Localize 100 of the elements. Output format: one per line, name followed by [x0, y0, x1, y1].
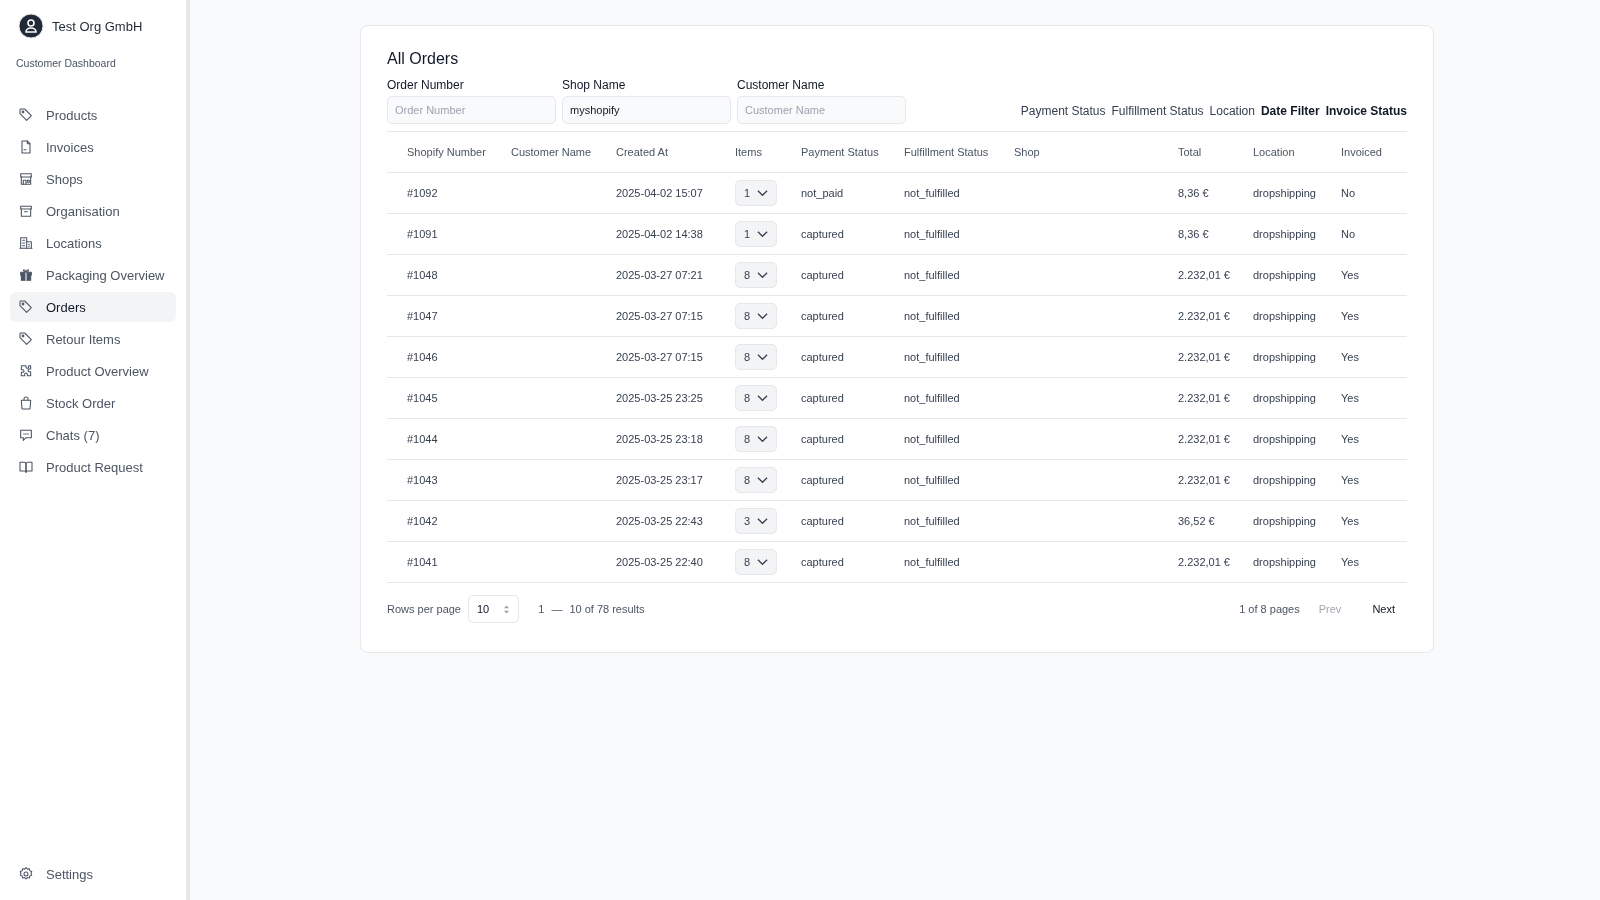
chevron-icon: [757, 476, 769, 484]
column-header: Location: [1253, 146, 1296, 158]
sidebar-item[interactable]: Stock Order: [10, 388, 176, 418]
building-icon: [18, 235, 34, 251]
settings-link[interactable]: Settings: [10, 859, 176, 889]
tag-icon: [18, 299, 34, 315]
table-cell: not_fulfilled: [904, 556, 960, 568]
table-cell: 2025-03-27 07:15: [616, 351, 703, 363]
chevron-icon: [757, 312, 769, 320]
table-cell: dropshipping: [1253, 474, 1316, 486]
table-cell: not_fulfilled: [904, 351, 960, 363]
table-cell: not_fulfilled: [904, 310, 960, 322]
chevron-icon: [757, 230, 769, 238]
table-cell: 2025-03-25 23:17: [616, 474, 703, 486]
table-cell: 2025-03-27 07:15: [616, 310, 703, 322]
table-cell: #1044: [407, 433, 438, 445]
chevron-icon: [757, 517, 769, 525]
items-dropdown[interactable]: 8: [735, 344, 778, 370]
sidebar-item[interactable]: Organisation: [10, 196, 176, 226]
table-cell: not_paid: [801, 187, 844, 199]
table-cell: not_fulfilled: [904, 392, 960, 404]
table-cell: 2025-03-27 07:21: [616, 269, 703, 281]
range-dash: —: [551, 603, 563, 615]
table-cell: 2.232,01 €: [1178, 310, 1230, 322]
column-header: Shop: [1014, 146, 1041, 158]
column-header: Shopify Number: [407, 146, 487, 158]
table-cell: not_fulfilled: [904, 474, 960, 486]
field-label: Shop Name: [562, 78, 627, 92]
sidebar-item[interactable]: Product Request: [10, 452, 176, 482]
filter-button[interactable]: Fulfillment Status: [1111, 104, 1204, 118]
table-cell: 36,52 €: [1178, 515, 1215, 527]
items-dropdown[interactable]: 1: [735, 180, 778, 206]
items-dropdown[interactable]: 8: [735, 467, 778, 493]
items-dropdown[interactable]: 8: [735, 303, 778, 329]
table-cell: #1048: [407, 269, 438, 281]
table-cell: dropshipping: [1253, 433, 1316, 445]
table-cell: not_fulfilled: [904, 269, 960, 281]
field-label: Customer Name: [737, 78, 826, 92]
organization-name: Test Org GmbH: [52, 18, 143, 34]
chevron-icon: [757, 435, 769, 443]
table-cell: not_fulfilled: [904, 228, 960, 240]
items-dropdown[interactable]: 8: [735, 426, 778, 452]
table-cell: #1042: [407, 515, 438, 527]
items-dropdown[interactable]: 8: [735, 549, 778, 575]
rows-per-page-select[interactable]: 10: [468, 595, 520, 623]
sidebar-item[interactable]: Invoices: [10, 132, 176, 162]
chevron-icon: [757, 558, 769, 566]
sidebar-item[interactable]: Shops: [10, 164, 176, 194]
column-header: Customer Name: [511, 146, 593, 158]
table-cell: not_fulfilled: [904, 515, 960, 527]
table-cell: #1092: [407, 187, 438, 199]
table-cell: Yes: [1341, 269, 1359, 281]
table-cell: captured: [801, 310, 844, 322]
filter-button[interactable]: Invoice Status: [1325, 104, 1407, 118]
table-cell: 2025-03-25 22:40: [616, 556, 703, 568]
table-cell: captured: [801, 433, 844, 445]
table-cell: Yes: [1341, 515, 1359, 527]
table-cell: Yes: [1341, 556, 1359, 568]
column-header: Total: [1178, 146, 1203, 158]
chat-icon: [18, 427, 34, 443]
filter-button[interactable]: Location: [1209, 104, 1255, 118]
table-cell: Yes: [1341, 392, 1359, 404]
gift-icon: [18, 267, 34, 283]
table-cell: dropshipping: [1253, 556, 1316, 568]
items-dropdown[interactable]: 8: [735, 262, 778, 288]
table-cell: not_fulfilled: [904, 187, 960, 199]
table-cell: 2.232,01 €: [1178, 269, 1230, 281]
sidebar-item[interactable]: Locations: [10, 228, 176, 258]
items-dropdown[interactable]: 1: [735, 221, 778, 247]
column-header: Items: [735, 146, 763, 158]
filter-button[interactable]: Payment Status: [1020, 104, 1106, 118]
table-cell: Yes: [1341, 474, 1359, 486]
filter-button[interactable]: Date Filter: [1260, 104, 1320, 118]
tag-icon: [18, 107, 34, 123]
table-cell: 2025-03-25 23:25: [616, 392, 703, 404]
puzzle-icon: [18, 363, 34, 379]
items-dropdown[interactable]: 8: [735, 385, 778, 411]
table-cell: dropshipping: [1253, 351, 1316, 363]
dashboard-subtitle: Customer Dashboard: [16, 57, 117, 69]
sidebar-item[interactable]: Chats (7): [10, 420, 176, 450]
sidebar-item[interactable]: Retour Items: [10, 324, 176, 354]
table-cell: 2.232,01 €: [1178, 351, 1230, 363]
sidebar-item[interactable]: Product Overview: [10, 356, 176, 386]
filter-input[interactable]: myshopify: [562, 96, 731, 124]
sort-arrows-icon: [503, 603, 511, 615]
table-cell: 2.232,01 €: [1178, 392, 1230, 404]
column-header: Created At: [616, 146, 669, 158]
table-cell: 2.232,01 €: [1178, 474, 1230, 486]
sidebar-item[interactable]: Packaging Overview: [10, 260, 176, 290]
table-cell: captured: [801, 474, 844, 486]
page-count: 1 of 8 pages: [1239, 603, 1300, 615]
sidebar-item[interactable]: Orders: [10, 292, 176, 322]
table-cell: dropshipping: [1253, 228, 1316, 240]
next-button[interactable]: Next: [1360, 603, 1407, 615]
filter-input[interactable]: Order Number: [387, 96, 556, 124]
table-cell: 2025-03-25 22:43: [616, 515, 703, 527]
items-dropdown[interactable]: 3: [735, 508, 778, 534]
column-header: Fulfillment Status: [904, 146, 990, 158]
sidebar-item[interactable]: Products: [10, 100, 176, 130]
filter-input[interactable]: Customer Name: [737, 96, 906, 124]
